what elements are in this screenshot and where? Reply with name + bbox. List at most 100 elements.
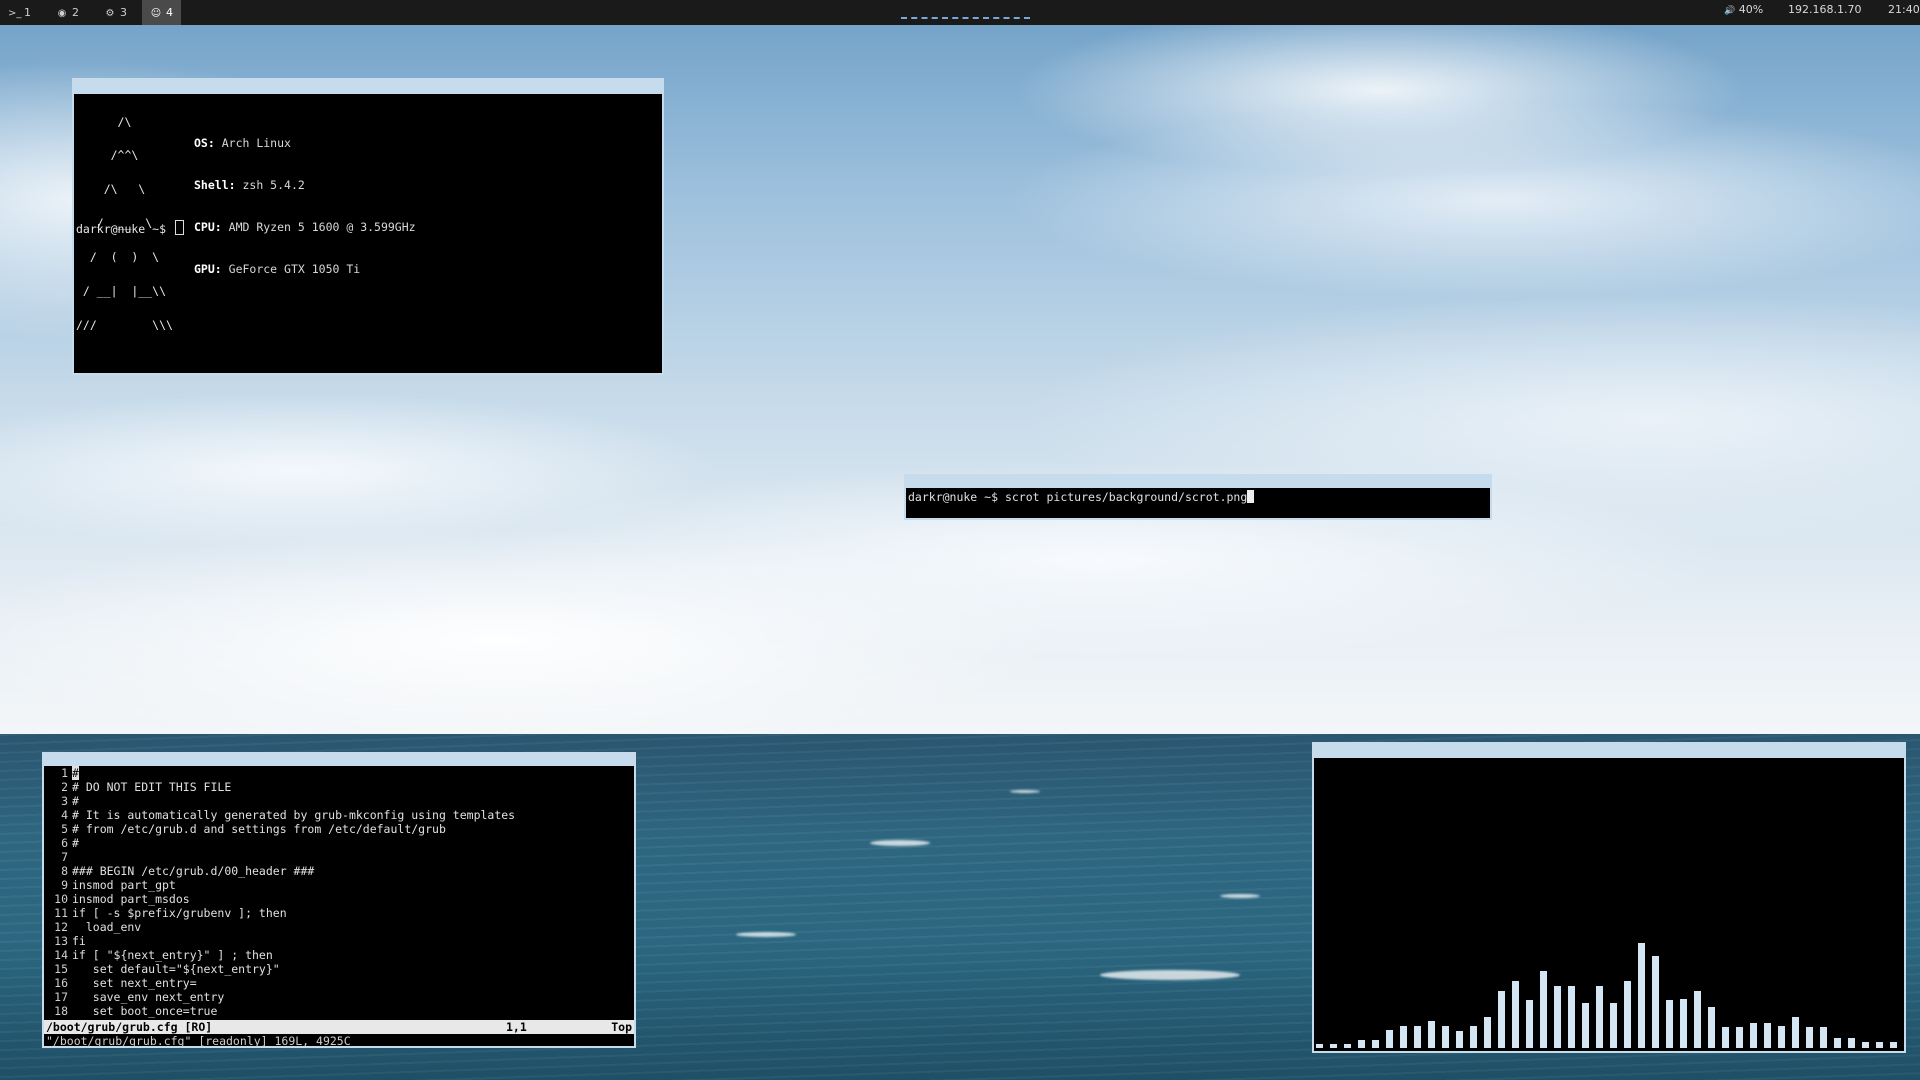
code-text: #: [72, 794, 79, 808]
spectrum-bar: [1330, 1044, 1337, 1048]
code-text: if [ -s $prefix/grubenv ]; then: [72, 906, 287, 920]
spectrum-bar: [1456, 1031, 1463, 1048]
code-line: 5 # from /etc/grub.d and settings from /e…: [44, 822, 634, 836]
workspace-4[interactable]: ☺ 4: [142, 0, 181, 25]
spectrum-bar: [1792, 1017, 1799, 1048]
code-text: set next_entry=: [72, 976, 197, 990]
spectrum-bar: [1358, 1040, 1365, 1048]
spectrum-bar: [1610, 1003, 1617, 1048]
code-line: 10 insmod part_msdos: [44, 892, 634, 906]
spectrum-bar: [1862, 1042, 1869, 1048]
spectrum-bar: [1680, 999, 1687, 1048]
line-number: 10: [54, 892, 68, 906]
spectrum-bar: [1470, 1026, 1477, 1048]
window-titlebar[interactable]: [904, 474, 1492, 488]
spectrum-bar: [1764, 1023, 1771, 1048]
info-value-cpu: AMD Ryzen 5 1600 @ 3.599GHz: [228, 220, 416, 234]
status-filename: /boot/grub/grub.cfg [RO]: [46, 1020, 213, 1034]
volume-indicator[interactable]: 🔊 40%: [1724, 0, 1763, 25]
line-number: 2: [61, 780, 68, 794]
network-ip: 192.168.1.70: [1788, 3, 1862, 16]
status-cursor-position: 1,1: [506, 1020, 527, 1034]
spectrum-bar: [1400, 1026, 1407, 1048]
line-number: 3: [61, 794, 68, 808]
line-number: 11: [54, 906, 68, 920]
code-line: 13 fi: [44, 934, 634, 948]
spectrum-bar: [1666, 1000, 1673, 1048]
terminal-window-neofetch[interactable]: /\ /^^\ /\ \ / __ \ / ( ) \ / __| |__\\ …: [72, 78, 664, 375]
spectrum-bar: [1708, 1007, 1715, 1048]
workspace-label: 3: [120, 6, 127, 19]
window-titlebar[interactable]: [42, 752, 636, 766]
terminal-window-scrot[interactable]: darkr@nuke ~$ scrot pictures/background/…: [904, 474, 1492, 520]
ascii-line: /// \\\: [76, 317, 173, 332]
ascii-line: /\: [76, 114, 132, 129]
system-info: OS: Arch Linux Shell: zsh 5.4.2 CPU: AMD…: [194, 108, 416, 304]
code-text: save_env next_entry: [72, 990, 225, 1004]
code-line: 16 set next_entry=: [44, 976, 634, 990]
spectrum-bar: [1750, 1023, 1757, 1048]
code-text: # from /etc/grub.d and settings from /et…: [72, 822, 446, 836]
code-line: 11 if [ -s $prefix/grubenv ]; then: [44, 906, 634, 920]
code-text: if [ "${next_entry}" ] ; then: [72, 948, 273, 962]
line-number: 7: [61, 850, 68, 864]
spectrum-bar: [1498, 991, 1505, 1048]
code-line: 18 set boot_once=true: [44, 1004, 634, 1018]
steam-icon: ⚙: [105, 8, 115, 19]
line-number: 18: [54, 1004, 68, 1018]
shell-command-line[interactable]: darkr@nuke ~$ scrot pictures/background/…: [908, 490, 1255, 504]
status-scroll-position: Top: [611, 1020, 632, 1034]
line-number: 6: [61, 836, 68, 850]
discord-icon: ☺: [150, 8, 162, 19]
code-line: 6 #: [44, 836, 634, 850]
terminal-cursor: [174, 220, 184, 235]
vim-editor-window[interactable]: 1 # 2 # DO NOT EDIT THIS FILE 3 # 4 # It is …: [42, 752, 636, 1048]
audio-visualizer-window[interactable]: [1312, 742, 1906, 1053]
spectrum-bar: [1414, 1026, 1421, 1048]
info-value-os: Arch Linux: [221, 136, 291, 150]
spectrum-bar: [1316, 1044, 1323, 1048]
info-key-os: OS:: [194, 136, 215, 150]
code-text: #: [72, 766, 79, 780]
spectrum-bar: [1778, 1026, 1785, 1048]
shell-prompt[interactable]: darkr@nuke ~$: [76, 220, 184, 236]
vim-buffer[interactable]: 1 # 2 # DO NOT EDIT THIS FILE 3 # 4 # It is …: [44, 766, 634, 1018]
command-text: scrot pictures/background/scrot.png: [1004, 490, 1248, 504]
info-value-shell: zsh 5.4.2: [242, 178, 305, 192]
ascii-line: / __| |__\\: [76, 284, 167, 299]
spectrum-bar: [1806, 1027, 1813, 1048]
ascii-line: /^^\: [76, 148, 139, 163]
workspace-2[interactable]: ◉ 2: [48, 0, 87, 25]
spectrum-bar: [1484, 1017, 1491, 1048]
spectrum-bar: [1442, 1026, 1449, 1048]
spectrum-bar: [1722, 1027, 1729, 1048]
spectrum-bar: [1596, 986, 1603, 1048]
spectrum-bar: [1694, 991, 1701, 1048]
spectrum-bar: [1428, 1021, 1435, 1048]
spectrum-bar: [1820, 1027, 1827, 1048]
spectrum-bar: [1652, 956, 1659, 1048]
spectrum-bar: [1834, 1038, 1841, 1048]
line-number: 4: [61, 808, 68, 822]
spectrum-bar: [1568, 986, 1575, 1048]
workspace-label: 1: [24, 6, 31, 19]
workspace-3[interactable]: ⚙ 3: [96, 0, 135, 25]
code-line: 15 set default="${next_entry}": [44, 962, 634, 976]
info-key-gpu: GPU:: [194, 262, 222, 276]
workspace-1[interactable]: >_ 1: [0, 0, 39, 25]
info-value-gpu: GeForce GTX 1050 Ti: [228, 262, 361, 276]
code-text: load_env: [72, 920, 142, 934]
clock: 21:40: [1888, 3, 1920, 16]
line-number: 12: [54, 920, 68, 934]
workspace-label: 2: [72, 6, 79, 19]
code-line: 12 load_env: [44, 920, 634, 934]
spectrum-bar: [1554, 986, 1561, 1048]
vim-message-line: "/boot/grub/grub.cfg" [readonly] 169L, 4…: [46, 1034, 351, 1048]
prompt-text: darkr@nuke ~$: [908, 490, 1005, 504]
prompt-text: darkr@nuke ~$: [76, 222, 173, 236]
code-line: 4 # It is automatically generated by grub…: [44, 808, 634, 822]
line-number: 17: [54, 990, 68, 1004]
ascii-line: /\ \: [76, 182, 146, 197]
window-titlebar[interactable]: [72, 78, 664, 94]
window-titlebar[interactable]: [1312, 742, 1906, 758]
